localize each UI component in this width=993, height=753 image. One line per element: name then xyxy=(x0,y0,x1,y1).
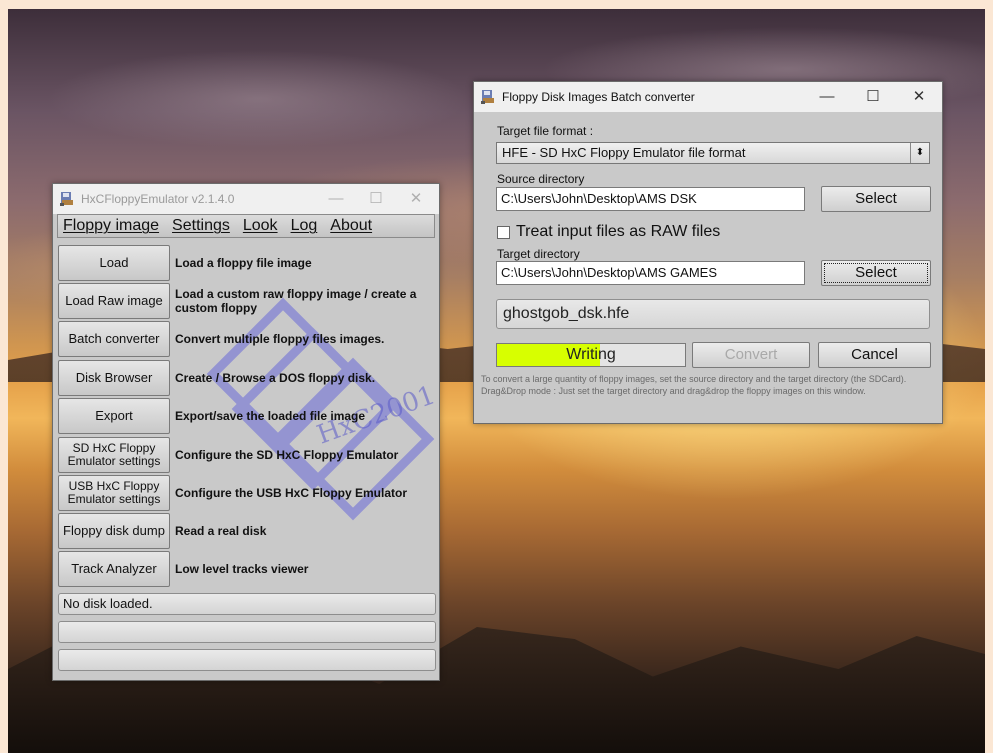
current-file-display: ghostgob_dsk.hfe xyxy=(496,299,930,329)
target-directory-field[interactable]: C:\Users\John\Desktop\AMS GAMES xyxy=(496,261,805,285)
minimize-button[interactable]: — xyxy=(810,85,844,109)
export-button[interactable]: Export xyxy=(58,398,170,434)
status-line-1: No disk loaded. xyxy=(58,593,436,615)
status-line-2 xyxy=(58,621,436,643)
batch-converter-button[interactable]: Batch converter xyxy=(58,321,170,357)
hxc-menubar: Floppy image Settings Look Log About xyxy=(57,214,435,238)
source-directory-field[interactable]: C:\Users\John\Desktop\AMS DSK xyxy=(496,187,805,211)
target-directory-label: Target directory xyxy=(497,247,580,261)
hxc-main-window: HxCFloppyEmulator v2.1.4.0 — ☐ ✕ Floppy … xyxy=(52,183,440,681)
menu-log[interactable]: Log xyxy=(291,217,318,235)
sd-hxc-settings-description: Configure the SD HxC Floppy Emulator xyxy=(175,448,399,462)
conversion-progress-bar: Writing xyxy=(496,343,686,367)
usb-hxc-settings-button[interactable]: USB HxC Floppy Emulator settings xyxy=(58,475,170,511)
hxc-titlebar[interactable]: HxCFloppyEmulator v2.1.4.0 — ☐ ✕ xyxy=(53,184,439,214)
raw-files-checkbox-label: Treat input files as RAW files xyxy=(516,223,721,240)
target-select-button[interactable]: Select xyxy=(821,260,931,286)
export-description: Export/save the loaded file image xyxy=(175,409,366,423)
load-description: Load a floppy file image xyxy=(175,256,312,270)
cancel-button[interactable]: Cancel xyxy=(818,342,931,368)
floppy-disk-dump-description: Read a real disk xyxy=(175,524,267,538)
action-row-track-analyzer: Track Analyzer Low level tracks viewer xyxy=(58,551,436,589)
floppy-app-icon xyxy=(481,90,494,104)
disk-browser-description: Create / Browse a DOS floppy disk. xyxy=(175,371,376,385)
close-button[interactable]: ✕ xyxy=(399,187,433,211)
floppy-app-icon xyxy=(60,192,73,206)
batch-converter-description: Convert multiple floppy files images. xyxy=(175,332,385,346)
action-row-batch: Batch converter Convert multiple floppy … xyxy=(58,321,436,359)
target-format-select[interactable]: HFE - SD HxC Floppy Emulator file format… xyxy=(496,142,930,164)
sd-hxc-settings-button[interactable]: SD HxC Floppy Emulator settings xyxy=(58,437,170,473)
action-row-disk-browser: Disk Browser Create / Browse a DOS flopp… xyxy=(58,360,436,398)
batch-converter-window: Floppy Disk Images Batch converter — ☐ ✕… xyxy=(473,81,943,424)
action-row-load: Load Load a floppy file image xyxy=(58,245,436,283)
floppy-disk-dump-button[interactable]: Floppy disk dump xyxy=(58,513,170,549)
convert-button[interactable]: Convert xyxy=(692,342,810,368)
action-row-usb-settings: USB HxC Floppy Emulator settings Configu… xyxy=(58,475,436,513)
usb-hxc-settings-description: Configure the USB HxC Floppy Emulator xyxy=(175,486,408,500)
action-row-sd-settings: SD HxC Floppy Emulator settings Configur… xyxy=(58,437,436,475)
raw-files-checkbox-row[interactable]: Treat input files as RAW files xyxy=(497,223,720,241)
raw-files-checkbox[interactable] xyxy=(497,225,510,239)
load-raw-description: Load a custom raw floppy image / create … xyxy=(175,287,417,315)
target-format-label: Target file format : xyxy=(497,124,594,138)
maximize-button[interactable]: ☐ xyxy=(359,187,393,211)
source-select-button[interactable]: Select xyxy=(821,186,931,212)
menu-floppy-image[interactable]: Floppy image xyxy=(63,217,159,235)
help-text: To convert a large quantity of floppy im… xyxy=(481,374,907,396)
hxc-window-title: HxCFloppyEmulator v2.1.4.0 xyxy=(81,192,235,206)
menu-about[interactable]: About xyxy=(330,217,372,235)
select-arrows-icon: ⬍ xyxy=(910,143,929,163)
batch-titlebar[interactable]: Floppy Disk Images Batch converter — ☐ ✕ xyxy=(474,82,942,112)
target-format-value: HFE - SD HxC Floppy Emulator file format xyxy=(502,145,746,160)
progress-status-text: Writing xyxy=(566,346,616,363)
menu-settings[interactable]: Settings xyxy=(172,217,230,235)
menu-look[interactable]: Look xyxy=(243,217,278,235)
action-row-disk-dump: Floppy disk dump Read a real disk xyxy=(58,513,436,551)
minimize-button[interactable]: — xyxy=(319,187,353,211)
source-directory-label: Source directory xyxy=(497,172,585,186)
track-analyzer-description: Low level tracks viewer xyxy=(175,562,309,576)
batch-window-title: Floppy Disk Images Batch converter xyxy=(502,90,695,104)
load-button[interactable]: Load xyxy=(58,245,170,281)
maximize-button[interactable]: ☐ xyxy=(856,85,890,109)
action-row-load-raw: Load Raw image Load a custom raw floppy … xyxy=(58,283,436,321)
track-analyzer-button[interactable]: Track Analyzer xyxy=(58,551,170,587)
status-line-3 xyxy=(58,649,436,671)
disk-browser-button[interactable]: Disk Browser xyxy=(58,360,170,396)
action-row-export: Export Export/save the loaded file image xyxy=(58,398,436,436)
load-raw-image-button[interactable]: Load Raw image xyxy=(58,283,170,319)
close-button[interactable]: ✕ xyxy=(902,85,936,109)
